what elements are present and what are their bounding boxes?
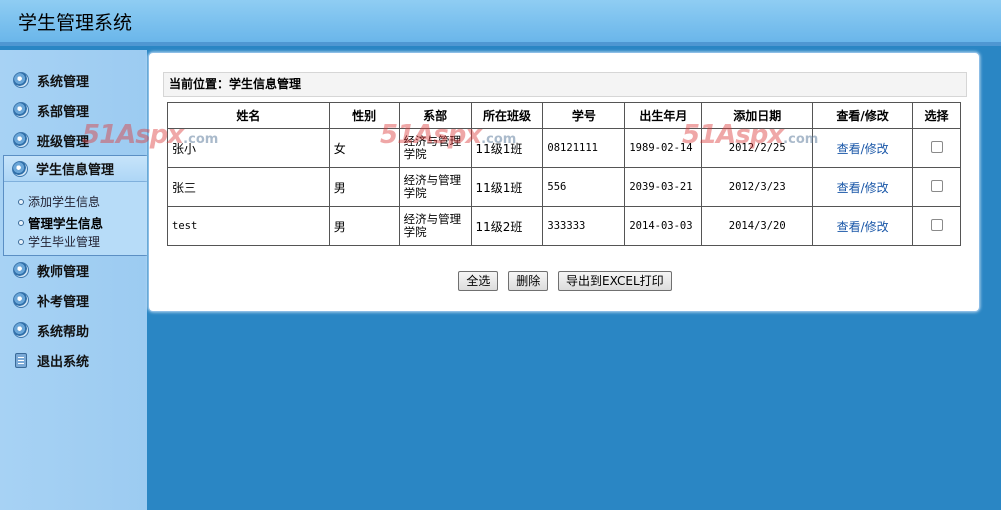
cell-student-id: 556 — [542, 167, 626, 207]
row-checkbox[interactable] — [930, 140, 943, 153]
column-header-department: 系部 — [398, 102, 472, 129]
sidebar-item-label: 系统帮助 — [37, 324, 90, 340]
sidebar-item-makeup-exam[interactable]: 补考管理 — [0, 287, 147, 313]
submenu-manage-student[interactable]: 管理学生信息 — [18, 213, 103, 232]
column-header-view-edit: 查看/修改 — [812, 102, 914, 129]
table-row: test 男 经济与管理学院 11级2班 333333 2014-03-03 2… — [167, 206, 961, 246]
cell-added-date: 2012/2/25 — [701, 128, 814, 168]
submenu-add-student[interactable]: 添加学生信息 — [18, 193, 100, 210]
disc-icon — [13, 132, 29, 148]
table-row: 张三 男 经济与管理学院 11级1班 556 2039-03-21 2012/3… — [167, 167, 961, 207]
cell-select — [912, 167, 961, 207]
table-row: 张小 女 经济与管理学院 11级1班 08121111 1989-02-14 2… — [167, 128, 961, 168]
action-buttons: 全选 删除 导出到EXCEL打印 — [149, 271, 981, 291]
cell-department: 经济与管理学院 — [398, 167, 472, 207]
view-edit-link[interactable]: 查看/修改 — [837, 142, 889, 156]
delete-button[interactable]: 删除 — [508, 271, 549, 291]
app-header: 学生管理系统 — [0, 0, 1001, 46]
cell-name: test — [167, 206, 330, 246]
sidebar-item-label: 学生信息管理 — [36, 163, 115, 178]
sidebar-item-help[interactable]: 系统帮助 — [0, 317, 147, 343]
sidebar-item-label: 退出系统 — [37, 354, 90, 370]
disc-icon — [13, 262, 29, 278]
cell-select — [912, 206, 961, 246]
cell-view-edit: 查看/修改 — [812, 206, 914, 246]
cell-name: 张三 — [167, 167, 330, 207]
student-table: 姓名 性别 系部 所在班级 学号 出生年月 添加日期 查看/修改 选择 张小 女… — [167, 102, 961, 246]
table-header-row: 姓名 性别 系部 所在班级 学号 出生年月 添加日期 查看/修改 选择 — [167, 102, 961, 129]
cell-added-date: 2012/3/23 — [701, 167, 814, 207]
select-all-button[interactable]: 全选 — [458, 271, 499, 291]
disc-icon — [13, 72, 29, 88]
bullet-icon — [18, 219, 24, 226]
cell-birth: 2014-03-03 — [624, 206, 703, 246]
column-header-birth: 出生年月 — [624, 102, 703, 129]
cell-gender: 男 — [328, 167, 400, 207]
cell-gender: 女 — [328, 128, 400, 168]
column-header-name: 姓名 — [167, 102, 330, 129]
sidebar-item-class[interactable]: 班级管理 — [0, 127, 147, 153]
sidebar-item-logout[interactable]: 退出系统 — [0, 347, 147, 373]
column-header-gender: 性别 — [328, 102, 400, 129]
sidebar-item-label: 班级管理 — [37, 134, 90, 150]
cell-birth: 1989-02-14 — [624, 128, 703, 168]
cell-class: 11级1班 — [470, 128, 544, 168]
view-edit-link[interactable]: 查看/修改 — [837, 220, 889, 234]
disc-icon — [13, 102, 29, 118]
sidebar: 系统管理 系部管理 班级管理 学生信息管理 添加学生信息 管理学生信息 学生毕业… — [0, 50, 147, 510]
content-panel: 当前位置：学生信息管理 姓名 性别 系部 所在班级 学号 出生年月 添加日期 查… — [148, 52, 980, 312]
submenu-label: 学生毕业管理 — [28, 235, 101, 249]
bullet-icon — [18, 238, 24, 245]
cell-class: 11级1班 — [470, 167, 544, 207]
cell-select — [912, 128, 961, 168]
app-title: 学生管理系统 — [18, 12, 133, 34]
sidebar-item-department[interactable]: 系部管理 — [0, 97, 147, 123]
sidebar-item-teacher[interactable]: 教师管理 — [0, 257, 147, 283]
phone-icon — [15, 352, 27, 368]
cell-department: 经济与管理学院 — [398, 128, 472, 168]
cell-student-id: 08121111 — [542, 128, 626, 168]
column-header-class: 所在班级 — [470, 102, 544, 129]
row-checkbox[interactable] — [930, 218, 943, 231]
column-header-student-id: 学号 — [542, 102, 626, 129]
submenu-graduation[interactable]: 学生毕业管理 — [18, 233, 100, 250]
cell-added-date: 2014/3/20 — [701, 206, 814, 246]
sidebar-item-label: 教师管理 — [37, 264, 90, 280]
column-header-select: 选择 — [912, 102, 961, 129]
bullet-icon — [18, 198, 24, 205]
sidebar-item-label: 补考管理 — [37, 294, 90, 310]
cell-department: 经济与管理学院 — [398, 206, 472, 246]
disc-icon — [13, 322, 29, 338]
column-header-added-date: 添加日期 — [701, 102, 814, 129]
cell-name: 张小 — [167, 128, 330, 168]
sidebar-item-student-info[interactable]: 学生信息管理 — [4, 156, 147, 182]
disc-icon — [12, 160, 28, 177]
row-checkbox[interactable] — [930, 179, 943, 192]
export-excel-button[interactable]: 导出到EXCEL打印 — [558, 271, 672, 291]
submenu-label: 添加学生信息 — [28, 195, 101, 209]
cell-student-id: 333333 — [542, 206, 626, 246]
disc-icon — [13, 292, 29, 308]
cell-birth: 2039-03-21 — [624, 167, 703, 207]
submenu-student-info: 学生信息管理 添加学生信息 管理学生信息 学生毕业管理 — [3, 155, 147, 256]
cell-class: 11级2班 — [470, 206, 544, 246]
submenu-label: 管理学生信息 — [28, 216, 104, 231]
breadcrumb: 当前位置：学生信息管理 — [163, 72, 967, 97]
sidebar-item-system[interactable]: 系统管理 — [0, 67, 147, 93]
cell-view-edit: 查看/修改 — [812, 128, 914, 168]
sidebar-item-label: 系部管理 — [37, 104, 90, 120]
cell-view-edit: 查看/修改 — [812, 167, 914, 207]
view-edit-link[interactable]: 查看/修改 — [837, 181, 889, 195]
cell-gender: 男 — [328, 206, 400, 246]
sidebar-item-label: 系统管理 — [37, 74, 90, 90]
